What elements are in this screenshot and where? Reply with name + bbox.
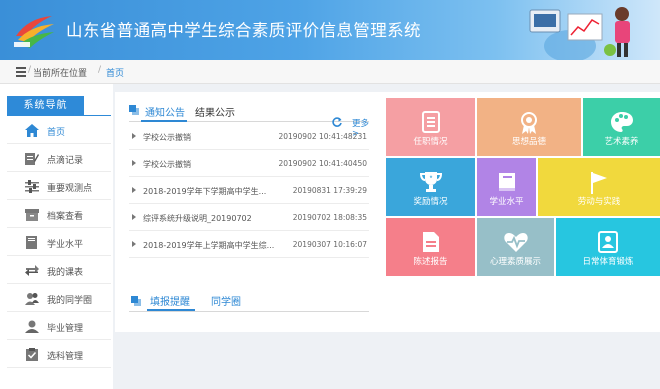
home-icon [25, 124, 39, 137]
sidebar-item-graduation[interactable]: 毕业管理 [7, 312, 111, 340]
note-edit-icon [25, 153, 39, 165]
main-panel: 通知公告 结果公示 更多> 学校公示撤销 20190902 10:41:4823… [115, 92, 660, 332]
teacher-illustration-icon [529, 7, 630, 60]
clipboard-check-icon [26, 348, 38, 361]
tile-art-literacy[interactable]: 艺术素养 [583, 98, 660, 156]
id-card-icon [598, 231, 618, 253]
badge-list-icon [421, 111, 440, 133]
caret-right-icon [132, 187, 136, 193]
award-ribbon-icon [521, 112, 537, 134]
bottom-tabs: 填报提醒 同学圈 [129, 292, 369, 312]
book-icon [498, 173, 515, 191]
sidebar: 系统导航 首页 点滴记录 重要观测点 档案查看 学业水平 我的课表 我的同学圈 … [0, 84, 113, 389]
caret-right-icon [132, 214, 136, 220]
notice-row[interactable]: 综评系统升级说明_20190702 20190702 18:08:35 [129, 204, 369, 231]
tile-daily-exercise[interactable]: 日常体育锻炼 [556, 218, 660, 276]
palette-icon [610, 112, 633, 132]
notice-row[interactable]: 2018-2019学年下学期高中学生... 20190831 17:39:29 [129, 177, 369, 204]
tile-labor-practice[interactable]: 劳动与实践 [538, 158, 660, 216]
notice-tab-icon [129, 105, 139, 115]
archive-box-icon [25, 209, 39, 221]
reminder-tab-icon [131, 296, 141, 306]
notice-row[interactable]: 2018-2019学年上学期高中学生综... 20190307 10:16:07 [129, 231, 369, 258]
flag-icon [591, 172, 607, 194]
sidebar-item-classmates[interactable]: 我的同学圈 [7, 284, 111, 312]
tab-classmate-circle[interactable]: 同学圈 [211, 293, 241, 308]
document-icon [422, 232, 439, 252]
tile-academic-level[interactable]: 学业水平 [477, 158, 536, 216]
caret-right-icon [132, 241, 136, 247]
graduate-icon [25, 320, 39, 333]
caret-right-icon [132, 160, 136, 166]
sidebar-item-observation[interactable]: 重要观测点 [7, 172, 111, 200]
sidebar-title: 系统导航 [7, 96, 84, 115]
tile-statement-report[interactable]: 陈述报告 [386, 218, 475, 276]
tile-awards[interactable]: 奖励情况 [386, 158, 475, 216]
book-icon [26, 236, 37, 249]
notice-row[interactable]: 学校公示撤销 20190902 10:41:48231 [129, 123, 369, 150]
sidebar-item-academic[interactable]: 学业水平 [7, 228, 111, 256]
breadcrumb: / 当前所在位置 / 首页 [0, 60, 660, 84]
swap-icon [25, 265, 39, 276]
menu-icon[interactable] [16, 67, 26, 77]
tab-fill-reminder[interactable]: 填报提醒 [150, 293, 190, 308]
sidebar-item-timetable[interactable]: 我的课表 [7, 256, 111, 284]
caret-right-icon [132, 133, 136, 139]
tab-notice[interactable]: 通知公告 [145, 104, 185, 119]
users-icon [25, 293, 39, 305]
logo-icon [14, 16, 54, 48]
notice-tabs: 通知公告 结果公示 更多> [129, 102, 369, 139]
notice-row[interactable]: 学校公示撤销 20190902 10:41:40450 [129, 150, 369, 177]
app-header: 山东省普通高中学生综合素质评价信息管理系统 [0, 0, 660, 60]
breadcrumb-home-link[interactable]: 首页 [106, 66, 124, 79]
tile-moral-character[interactable]: 思想品德 [477, 98, 581, 156]
sidebar-item-archive[interactable]: 档案查看 [7, 200, 111, 228]
breadcrumb-current-location: 当前所在位置 [33, 69, 88, 79]
tile-position-record[interactable]: 任职情况 [386, 98, 475, 156]
heartbeat-icon [503, 233, 528, 252]
sidebar-item-records[interactable]: 点滴记录 [7, 144, 111, 172]
sidebar-item-home[interactable]: 首页 [7, 116, 111, 144]
sliders-icon [25, 180, 39, 193]
trophy-icon [419, 172, 442, 192]
tile-psychology[interactable]: 心理素质展示 [477, 218, 554, 276]
app-title: 山东省普通高中学生综合素质评价信息管理系统 [66, 21, 421, 40]
sidebar-item-subject-selection[interactable]: 选科管理 [7, 340, 111, 368]
tab-public-results[interactable]: 结果公示 [195, 104, 235, 119]
